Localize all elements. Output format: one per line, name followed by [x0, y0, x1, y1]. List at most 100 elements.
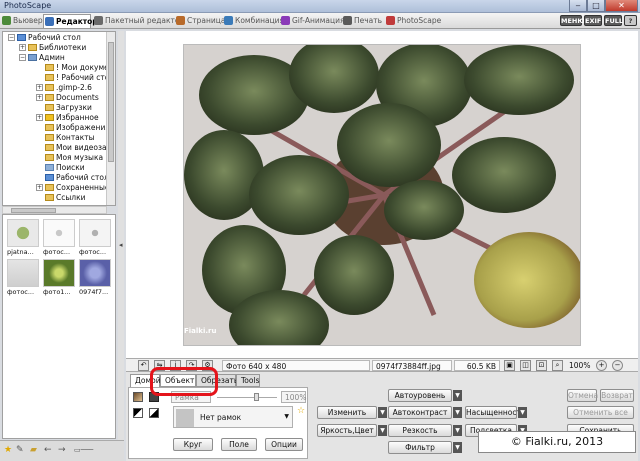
tree-horizontal-scrollbar[interactable] — [2, 206, 107, 214]
opacity-slider-thumb[interactable] — [254, 393, 259, 401]
help-button[interactable]: ? — [624, 15, 637, 26]
thumbnail-item[interactable]: фото1... — [43, 259, 75, 299]
tab-viewer[interactable]: Вьювер — [1, 14, 43, 28]
collapse-icon[interactable]: − — [19, 54, 26, 61]
zoom-out-icon[interactable]: − — [612, 360, 623, 371]
auto-level-dropdown[interactable]: ▼ — [453, 390, 462, 401]
thumbnail-caption: pjatna... — [7, 248, 34, 256]
tab-gif-animation[interactable]: Gif-Анимация — [280, 14, 345, 28]
gif-icon — [281, 16, 290, 25]
brightness-color-button[interactable]: Яркость,Цвет — [317, 424, 377, 437]
zoom-in-icon[interactable]: + — [596, 360, 607, 371]
tree-item-desktop-shortcut[interactable]: ! Рабочий стол — [45, 73, 114, 83]
sharpen-dropdown[interactable]: ▼ — [453, 425, 462, 436]
filter-button[interactable]: Фильтр — [388, 441, 452, 454]
expand-icon[interactable]: + — [36, 84, 43, 91]
tree-item-desktop[interactable]: − Рабочий стол — [8, 33, 81, 43]
scroll-thumb[interactable] — [11, 208, 56, 213]
actual-size-icon[interactable]: ⊡ — [536, 360, 547, 371]
tree-item-libraries[interactable]: + Библиотеки — [19, 43, 86, 53]
tree-item-documents[interactable]: + Documents — [36, 93, 99, 103]
tree-vertical-scrollbar[interactable] — [106, 32, 115, 205]
folder-icon — [45, 74, 54, 81]
maximize-button[interactable]: □ — [587, 0, 605, 12]
auto-contrast-button[interactable]: Автоконтраст — [388, 406, 452, 419]
filter-dropdown[interactable]: ▼ — [453, 442, 462, 453]
saturation-dropdown[interactable]: ▼ — [518, 407, 527, 418]
fit-zoom-icon[interactable]: ▣ — [504, 360, 515, 371]
back-arrow-icon[interactable]: ← — [44, 445, 52, 455]
thumbnail-item[interactable]: фотос... — [43, 219, 75, 259]
tree-item-searches[interactable]: Поиски — [45, 163, 85, 173]
edited-photo[interactable] — [183, 44, 581, 346]
collapse-icon[interactable]: − — [8, 34, 15, 41]
auto-level-button[interactable]: Автоуровень — [388, 389, 452, 402]
frame-color-icon[interactable] — [133, 392, 143, 402]
tab-photoscape[interactable]: PhotoScape — [385, 14, 441, 28]
minimize-button[interactable]: ‒ — [569, 0, 587, 12]
tab-combine[interactable]: Комбинация — [223, 14, 284, 28]
tools-icon[interactable]: ✎ — [16, 445, 24, 455]
thumbnail-caption: 0974f7... — [79, 288, 109, 296]
scroll-thumb[interactable] — [108, 42, 114, 162]
tree-item-favorites[interactable]: + Избранное — [36, 113, 99, 123]
resize-button[interactable]: Изменить — [317, 406, 377, 419]
tree-item-contacts[interactable]: Контакты — [45, 133, 95, 143]
menu-button[interactable]: МЕНЮ — [560, 15, 585, 26]
full-button[interactable]: FULL — [604, 15, 623, 26]
frame-select[interactable]: Нет рамок ▼ — [173, 406, 293, 428]
thumbnail-item[interactable]: pjatna... — [7, 219, 39, 259]
thumbnail-item[interactable]: фотос... — [79, 219, 111, 259]
zoom-page-icon[interactable]: ◫ — [520, 360, 531, 371]
contrast-icon[interactable] — [133, 408, 143, 418]
auto-contrast-dropdown[interactable]: ▼ — [453, 407, 462, 418]
zoom-icon[interactable]: ⌕ — [552, 360, 563, 371]
exif-button[interactable]: EXIF — [584, 15, 602, 26]
tab-page[interactable]: Страница — [175, 14, 225, 28]
main-tab-bar: Вьювер Редактор Пакетный редактор Страни… — [0, 13, 640, 29]
expand-icon[interactable]: + — [36, 114, 43, 121]
tree-item-downloads[interactable]: Загрузки — [45, 103, 92, 113]
panel-splitter[interactable]: ◂ — [118, 31, 124, 441]
folder-tree[interactable]: − Рабочий стол + Библиотеки − Админ ! Мои д… — [2, 31, 116, 206]
thumbnail-item[interactable]: фотос... — [7, 259, 39, 299]
invert-icon[interactable] — [149, 408, 159, 418]
rotate-left-icon[interactable]: ↶ — [138, 360, 149, 371]
frame-options-panel: Рамка 100% Нет рамок ▼ ☆ Круг Поле Опции — [128, 387, 308, 459]
resize-dropdown[interactable]: ▼ — [378, 407, 387, 418]
folder-open-icon[interactable]: ▰ — [30, 445, 37, 455]
tab-print[interactable]: Печать — [342, 14, 385, 28]
opacity-field[interactable]: 100% — [281, 391, 306, 403]
expand-icon[interactable]: + — [19, 44, 26, 51]
undo-button[interactable]: Отмена — [567, 389, 598, 402]
options-button[interactable]: Опции — [265, 438, 303, 451]
undo-all-button[interactable]: Отменить все — [567, 406, 634, 419]
splitter-arrow-icon[interactable]: ◂ — [119, 241, 123, 249]
thumbnail-panel: pjatna... фотос... фотос... фотос... фот… — [2, 214, 116, 439]
search-folder-icon — [45, 164, 54, 171]
opacity-slider-track[interactable] — [217, 397, 277, 398]
tree-item-music[interactable]: Моя музыка — [45, 153, 103, 163]
expand-icon[interactable]: + — [36, 94, 43, 101]
thumbnail-item[interactable]: 0974f7... — [79, 259, 111, 299]
forward-arrow-icon[interactable]: → — [58, 445, 66, 455]
margin-button[interactable]: Поле — [221, 438, 257, 451]
star-icon[interactable]: ★ — [4, 445, 12, 455]
thumbnail-size-slider[interactable]: ▭─── — [74, 446, 93, 454]
tree-item-pictures[interactable]: Изображения — [45, 123, 110, 133]
tab-editor[interactable]: Редактор — [43, 14, 98, 28]
tree-item-admin[interactable]: − Админ — [19, 53, 65, 63]
brightness-dropdown[interactable]: ▼ — [378, 425, 387, 436]
expand-icon[interactable]: + — [36, 184, 43, 191]
tree-item-gimp[interactable]: + .gimp-2.6 — [36, 83, 92, 93]
redo-button[interactable]: Возврат — [600, 389, 634, 402]
sharpen-button[interactable]: Резкость — [388, 424, 452, 437]
tab-batch-editor[interactable]: Пакетный редактор — [93, 14, 184, 28]
tree-item-desktop-2[interactable]: Рабочий стол — [45, 173, 109, 183]
tree-item-links[interactable]: Ссылки — [45, 193, 85, 203]
circle-button[interactable]: Круг — [173, 438, 213, 451]
saturation-button[interactable]: Насыщенность — [465, 406, 525, 419]
favorite-star-icon[interactable]: ☆ — [297, 406, 305, 416]
close-button[interactable]: ✕ — [605, 0, 638, 12]
tab-tools[interactable]: Tools — [236, 374, 260, 387]
